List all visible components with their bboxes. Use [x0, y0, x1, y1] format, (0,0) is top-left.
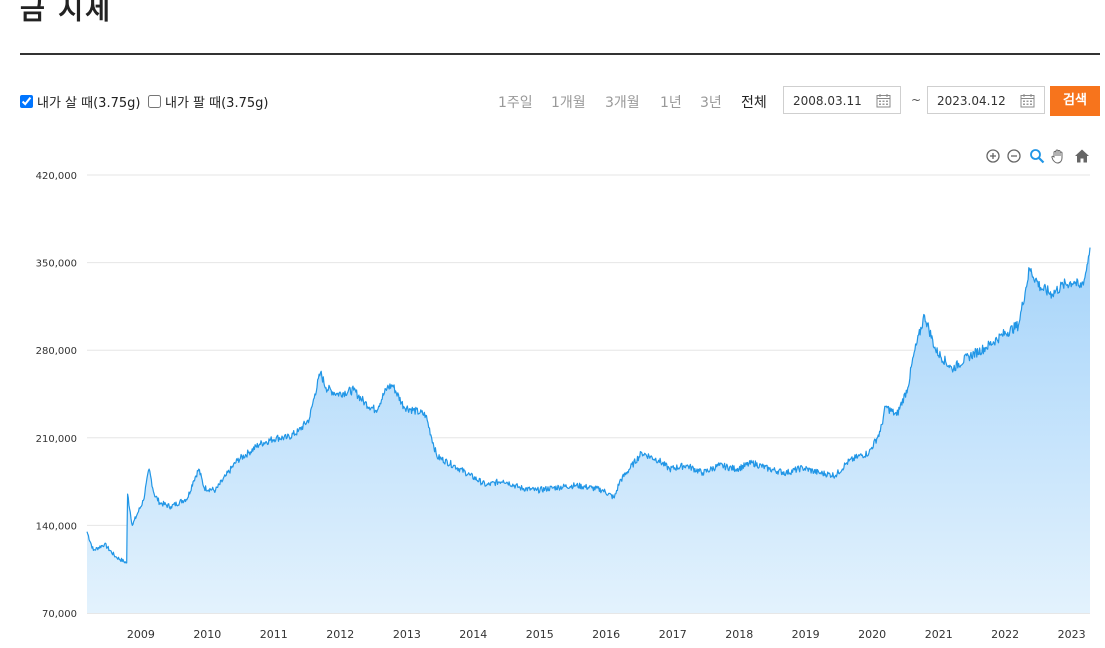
y-tick-label: 420,000 [36, 171, 77, 182]
x-tick-label: 2021 [925, 628, 953, 641]
search-button[interactable]: 검색 [1050, 86, 1100, 116]
x-tick-label: 2015 [526, 628, 554, 641]
x-tick-label: 2019 [792, 628, 820, 641]
x-tick-label: 2009 [127, 628, 155, 641]
start-date-field[interactable]: 2008.03.11 [783, 86, 901, 114]
end-date-field[interactable]: 2023.04.12 [927, 86, 1045, 114]
x-tick-label: 2020 [858, 628, 886, 641]
period-1year[interactable]: 1년 [660, 92, 682, 112]
period-3years[interactable]: 3년 [700, 92, 722, 112]
x-tick-label: 2017 [659, 628, 687, 641]
y-tick-label: 70,000 [42, 609, 77, 620]
start-date-value: 2008.03.11 [793, 94, 862, 108]
x-tick-label: 2013 [393, 628, 421, 641]
buy-price-option[interactable]: 내가 살 때(3.75g) [20, 92, 140, 111]
y-tick-label: 350,000 [36, 259, 77, 270]
sell-price-option[interactable]: 내가 팔 때(3.75g) [148, 92, 268, 111]
calendar-icon[interactable] [1020, 93, 1035, 108]
page-title: 금 시세 [20, 0, 112, 26]
price-area-fill [87, 247, 1090, 613]
date-range-separator: ~ [911, 93, 922, 107]
x-tick-label: 2014 [459, 628, 487, 641]
title-divider [20, 53, 1100, 55]
period-3months[interactable]: 3개월 [605, 92, 640, 112]
sell-price-label: 내가 팔 때(3.75g) [165, 96, 269, 111]
period-1week[interactable]: 1주일 [498, 92, 533, 112]
controls-bar: 내가 살 때(3.75g) 내가 팔 때(3.75g) 1주일 1개월 3개월 … [20, 86, 1100, 116]
y-tick-label: 210,000 [36, 434, 77, 445]
sell-price-checkbox[interactable] [148, 95, 161, 108]
x-tick-label: 2010 [193, 628, 221, 641]
x-tick-label: 2011 [260, 628, 288, 641]
x-tick-label: 2022 [991, 628, 1019, 641]
buy-price-checkbox[interactable] [20, 95, 33, 108]
y-tick-label: 140,000 [36, 521, 77, 532]
x-tick-label: 2012 [326, 628, 354, 641]
calendar-icon[interactable] [876, 93, 891, 108]
y-tick-label: 280,000 [36, 346, 77, 357]
x-tick-label: 2023 [1058, 628, 1086, 641]
gold-price-chart: 420,000 350,000 280,000 210,000 140,000 70,00… [36, 171, 1091, 641]
x-tick-label: 2018 [725, 628, 753, 641]
period-all[interactable]: 전체 [741, 92, 767, 112]
end-date-value: 2023.04.12 [937, 94, 1006, 108]
period-1month[interactable]: 1개월 [551, 92, 586, 112]
buy-price-label: 내가 살 때(3.75g) [37, 96, 141, 111]
x-tick-label: 2016 [592, 628, 620, 641]
